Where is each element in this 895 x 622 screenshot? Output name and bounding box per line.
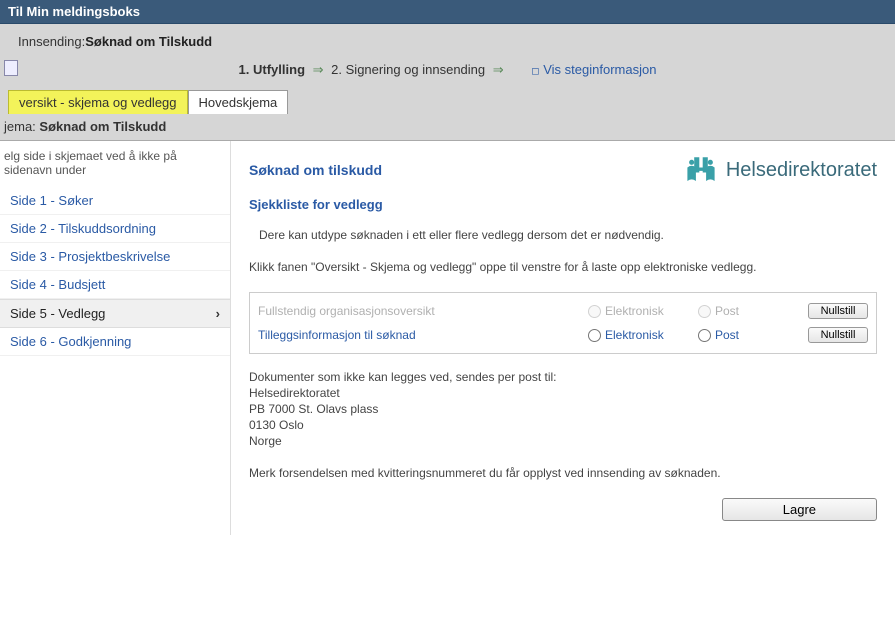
sidebar-item-side2[interactable]: Side 2 - Tilskuddsordning [0,215,230,243]
sidebar-item-side6[interactable]: Side 6 - Godkjenning [0,328,230,356]
address-intro: Dokumenter som ikke kan legges ved, send… [249,370,877,384]
sidebar: elg side i skjemaet ved å ikke på sidena… [0,141,230,535]
step1-number: 1. [239,62,250,77]
arrow-icon: ⇒ [313,62,324,77]
attachment-row: Tilleggsinformasjon til søknad Elektroni… [258,323,868,347]
radio-elektronisk: Elektronisk [588,304,688,318]
description-1: Dere kan utdype søknaden i ett eller fle… [259,228,877,242]
radio-post[interactable]: Post [698,328,798,342]
address-line: PB 7000 St. Olavs plass [249,402,877,416]
checklist-heading: Sjekkliste for vedlegg [249,197,877,212]
step-info-link[interactable]: ◻ Vis steginformasjon [531,62,656,77]
schema-value: Søknad om Tilskudd [39,119,166,134]
step2-label: Signering og innsending [346,62,486,77]
radio-post-input[interactable] [698,329,711,342]
attachment-row: Fullstendig organisasjonsoversikt Elektr… [258,299,868,323]
page-title: Søknad om tilskudd [249,162,382,178]
submission-label: Innsending: [18,34,85,49]
radio-elektronisk-input [588,305,601,318]
mailing-note: Merk forsendelsen med kvitteringsnummere… [249,466,877,480]
tab-overview[interactable]: versikt - skjema og vedlegg [8,90,188,114]
schema-lead: jema: [4,119,36,134]
step1-label: Utfylling [253,62,305,77]
sidebar-item-side1[interactable]: Side 1 - Søker [0,187,230,215]
address-line: Norge [249,434,877,448]
logo: Helsedirektoratet [684,155,877,185]
radio-elektronisk[interactable]: Elektronisk [588,328,688,342]
sidebar-instruction: elg side i skjemaet ved å ikke på sidena… [0,141,230,187]
radio-post: Post [698,304,798,318]
radio-elektronisk-input[interactable] [588,329,601,342]
sidebar-item-side3[interactable]: Side 3 - Prosjektbeskrivelse [0,243,230,271]
logo-text: Helsedirektoratet [726,159,877,182]
helsedirektoratet-logo-icon [684,155,718,185]
expand-icon: ◻ [531,66,539,77]
schema-title-bar: jema: Søknad om Tilskudd [0,113,895,140]
sidebar-item-label: Side 5 - Vedlegg [10,306,105,321]
reset-button[interactable]: Nullstill [808,327,868,343]
submission-line: Innsending:Søknad om Tilskudd [8,30,887,59]
main-content: Søknad om tilskudd Helsedirektoratet Sje… [230,141,895,535]
tabs-row: versikt - skjema og vedleggHovedskjema [8,89,887,113]
radio-post-input [698,305,711,318]
sidebar-item-side4[interactable]: Side 4 - Budsjett [0,271,230,299]
sidebar-nav: Side 1 - Søker Side 2 - Tilskuddsordning… [0,187,230,356]
address-line: 0130 Oslo [249,418,877,432]
top-bar: Til Min meldingsboks [0,0,895,24]
step2-number: 2. [331,62,342,77]
tab-mainform[interactable]: Hovedskjema [188,90,289,114]
description-2: Klikk fanen "Oversikt - Skjema og vedleg… [249,260,877,274]
chevron-right-icon: › [216,306,220,321]
attachment-table: Fullstendig organisasjonsoversikt Elektr… [249,292,877,354]
arrow-icon: ⇒ [493,62,504,77]
attachment-name: Fullstendig organisasjonsoversikt [258,304,578,318]
address-line: Helsedirektoratet [249,386,877,400]
sidebar-item-side5[interactable]: Side 5 - Vedlegg › [0,299,230,328]
steps-indicator: 1. Utfylling ⇒ 2. Signering og innsendin… [0,62,895,78]
submission-value: Søknad om Tilskudd [85,34,212,49]
save-button[interactable]: Lagre [722,498,877,521]
top-bar-title: Til Min meldingsboks [8,4,140,19]
header-area: Innsending:Søknad om Tilskudd 1. Utfylli… [0,24,895,113]
attachment-name: Tilleggsinformasjon til søknad [258,328,578,342]
reset-button[interactable]: Nullstill [808,303,868,319]
mailing-address: Dokumenter som ikke kan legges ved, send… [249,370,877,448]
